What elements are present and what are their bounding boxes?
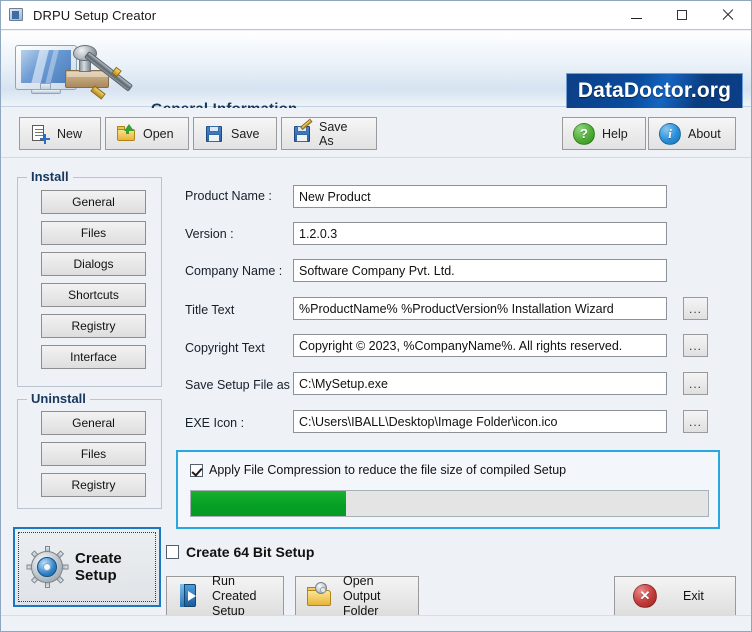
copyright-text-label: Copyright Text bbox=[185, 341, 265, 355]
gear-icon bbox=[26, 546, 69, 588]
sidebar-item-label: Dialogs bbox=[73, 257, 114, 271]
floppy-save-icon bbox=[204, 124, 224, 144]
save-as-button-label: Save As bbox=[319, 119, 348, 148]
product-name-label: Product Name : bbox=[185, 189, 272, 203]
sidebar-item-install-registry[interactable]: Registry bbox=[41, 314, 146, 338]
run-setup-icon bbox=[177, 583, 203, 609]
open-folder-icon bbox=[116, 123, 136, 144]
copyright-text-input[interactable]: Copyright © 2023, %CompanyName%. All rig… bbox=[293, 334, 667, 357]
brand-logo: DataDoctor.org bbox=[565, 73, 743, 109]
minimize-button[interactable] bbox=[613, 1, 659, 29]
run-created-setup-button[interactable]: Run Created Setup bbox=[166, 574, 284, 619]
create-setup-line1: Create bbox=[75, 549, 122, 567]
about-button-label: About bbox=[688, 126, 721, 141]
new-button[interactable]: New bbox=[19, 117, 101, 150]
install-group: Install General Files Dialogs Shortcuts … bbox=[17, 169, 162, 387]
compression-checkbox-row[interactable]: Apply File Compression to reduce the fil… bbox=[190, 463, 566, 477]
info-icon: i bbox=[659, 122, 681, 145]
compression-panel: Apply File Compression to reduce the fil… bbox=[176, 450, 720, 529]
create-setup-label: Create Setup bbox=[75, 550, 122, 585]
exit-button-label: Exit bbox=[683, 588, 704, 603]
new-button-label: New bbox=[57, 126, 83, 141]
save-button[interactable]: Save bbox=[193, 117, 277, 150]
open-output-folder-label: Open Output Folder bbox=[343, 574, 408, 619]
open-output-line1: Open Output bbox=[343, 573, 381, 603]
save-setup-file-browse-button[interactable]: ... bbox=[683, 372, 708, 395]
exe-icon-label: EXE Icon : bbox=[185, 416, 245, 430]
new-document-icon bbox=[30, 124, 50, 144]
copyright-text-browse-button[interactable]: ... bbox=[683, 334, 708, 357]
close-circle-icon: ✕ bbox=[633, 584, 657, 608]
sidebar-item-install-dialogs[interactable]: Dialogs bbox=[41, 252, 146, 276]
save-setup-file-input[interactable]: C:\MySetup.exe bbox=[293, 372, 667, 395]
status-bar bbox=[1, 615, 751, 631]
floppy-save-as-icon bbox=[292, 118, 313, 144]
monitor-stamp-pen-icon bbox=[13, 37, 143, 101]
compression-progress-fill bbox=[191, 491, 347, 516]
run-created-setup-label: Run Created Setup bbox=[212, 574, 273, 619]
version-input[interactable]: 1.2.0.3 bbox=[293, 222, 667, 245]
title-text-browse-button[interactable]: ... bbox=[683, 297, 708, 320]
sidebar-item-install-shortcuts[interactable]: Shortcuts bbox=[41, 283, 146, 307]
compression-checkbox[interactable] bbox=[190, 463, 203, 477]
create-64bit-checkbox[interactable] bbox=[166, 545, 179, 559]
sidebar-item-install-general[interactable]: General bbox=[41, 190, 146, 214]
uninstall-group-caption: Uninstall bbox=[27, 391, 90, 406]
compression-progress-bar bbox=[190, 490, 709, 517]
app-window: DRPU Setup Creator General Information D… bbox=[0, 0, 752, 632]
company-name-input[interactable]: Software Company Pvt. Ltd. bbox=[293, 259, 667, 282]
install-group-caption: Install bbox=[27, 169, 73, 184]
open-button[interactable]: Open bbox=[105, 117, 189, 150]
title-text-input[interactable]: %ProductName% %ProductVersion% Installat… bbox=[293, 297, 667, 320]
help-button-label: Help bbox=[602, 126, 628, 141]
product-name-input[interactable]: New Product bbox=[293, 185, 667, 208]
window-title: DRPU Setup Creator bbox=[33, 7, 157, 23]
help-button[interactable]: ? Help bbox=[562, 117, 646, 150]
output-folder-icon bbox=[306, 582, 334, 609]
title-bar: DRPU Setup Creator bbox=[1, 1, 751, 30]
version-label: Version : bbox=[185, 227, 234, 241]
compression-checkbox-label: Apply File Compression to reduce the fil… bbox=[209, 463, 567, 477]
sidebar-item-label: Shortcuts bbox=[68, 288, 119, 302]
save-setup-file-label: Save Setup File as : bbox=[185, 378, 297, 392]
exe-icon-browse-button[interactable]: ... bbox=[683, 410, 708, 433]
sidebar-item-install-interface[interactable]: Interface bbox=[41, 345, 146, 369]
create-64bit-row[interactable]: Create 64 Bit Setup bbox=[166, 544, 314, 560]
sidebar-item-install-files[interactable]: Files bbox=[41, 221, 146, 245]
create-setup-button[interactable]: Create Setup bbox=[13, 527, 161, 607]
title-text-label: Title Text bbox=[185, 303, 235, 317]
question-mark-icon: ? bbox=[573, 122, 595, 145]
open-output-folder-button[interactable]: Open Output Folder bbox=[295, 574, 419, 619]
company-name-label: Company Name : bbox=[185, 264, 283, 278]
exit-button[interactable]: ✕ Exit bbox=[614, 576, 736, 616]
sidebar-item-uninstall-registry[interactable]: Registry bbox=[41, 473, 146, 497]
sidebar-item-label: Registry bbox=[71, 478, 116, 492]
sidebar-item-label: General bbox=[72, 195, 115, 209]
sidebar-item-label: Files bbox=[80, 447, 107, 461]
create-setup-line2: Setup bbox=[75, 567, 117, 584]
sidebar-item-label: Interface bbox=[70, 350, 117, 364]
header-banner: General Information DataDoctor.org bbox=[1, 31, 751, 118]
about-button[interactable]: i About bbox=[648, 117, 736, 150]
save-as-button[interactable]: Save As bbox=[281, 117, 377, 150]
toolbar: New Open Save Save As ? Help i About bbox=[1, 108, 751, 158]
sidebar-item-label: Registry bbox=[71, 319, 116, 333]
run-setup-line1: Run Created bbox=[212, 573, 257, 603]
sidebar-item-uninstall-files[interactable]: Files bbox=[41, 442, 146, 466]
exe-icon-input[interactable]: C:\Users\IBALL\Desktop\Image Folder\icon… bbox=[293, 410, 667, 433]
sidebar-item-uninstall-general[interactable]: General bbox=[41, 411, 146, 435]
save-button-label: Save bbox=[231, 126, 260, 141]
maximize-button[interactable] bbox=[659, 1, 705, 29]
uninstall-group: Uninstall General Files Registry bbox=[17, 391, 162, 509]
setup-box-icon bbox=[8, 7, 24, 23]
close-button[interactable] bbox=[705, 1, 751, 29]
sidebar-item-label: Files bbox=[80, 226, 107, 240]
open-button-label: Open bbox=[143, 126, 174, 141]
sidebar-item-label: General bbox=[72, 416, 115, 430]
create-64bit-label: Create 64 Bit Setup bbox=[186, 544, 315, 560]
